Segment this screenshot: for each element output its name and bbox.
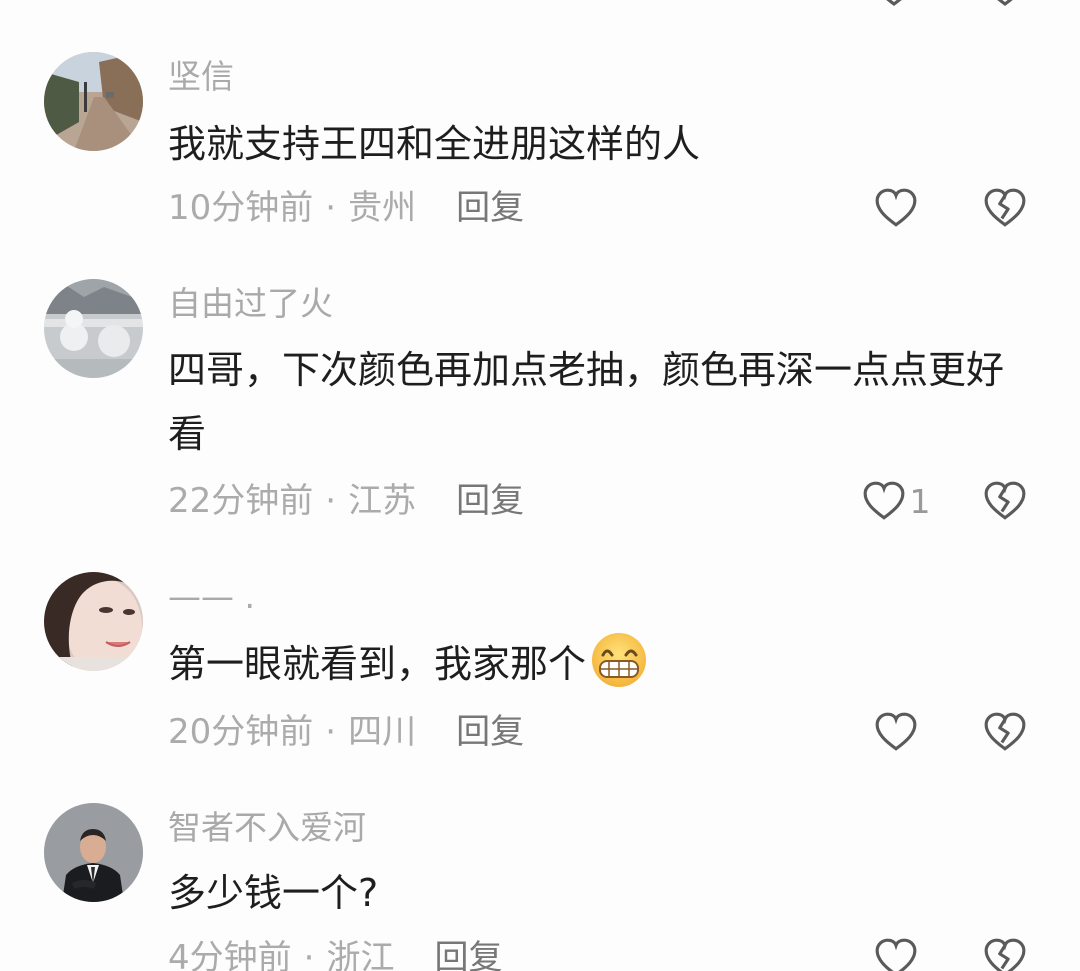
reply-button[interactable]: 回复 (456, 188, 524, 228)
grinning-face-emoji (592, 633, 647, 687)
like-button[interactable] (851, 183, 941, 233)
broken-heart-icon (984, 938, 1026, 971)
meta-separator: · (303, 938, 315, 971)
broken-heart-icon (984, 481, 1026, 520)
meta-separator: · (325, 712, 337, 752)
username[interactable]: 坚信 (168, 57, 234, 97)
street-photo-avatar[interactable] (44, 52, 143, 151)
dislike-button[interactable] (980, 933, 1030, 971)
comment-text: 我就支持王四和全进朋这样的人 (168, 122, 701, 166)
comment-text: 第一眼就看到，我家那个 (168, 631, 1038, 696)
reply-button[interactable]: 回复 (456, 481, 524, 521)
snow-photo-avatar[interactable] (44, 279, 143, 378)
comment-time: 10分钟前 (168, 188, 314, 228)
broken-heart-icon (984, 188, 1026, 227)
username[interactable]: —— . (168, 577, 255, 617)
comment-time: 4分钟前 (168, 938, 292, 971)
comment-location: 贵州 (348, 188, 417, 228)
dislike-button[interactable] (980, 183, 1030, 233)
comment-time: 22分钟前 (168, 481, 314, 521)
meta-separator: · (325, 188, 337, 228)
comment-meta: 4分钟前 · 浙江 回复 (168, 936, 502, 971)
comment-meta: 20分钟前 · 四川 回复 (168, 710, 524, 754)
dislike-button[interactable] (980, 476, 1030, 526)
meta-separator: · (325, 481, 337, 521)
broken-heart-icon[interactable] (984, 0, 1026, 6)
woman-photo-avatar[interactable] (44, 572, 143, 671)
comment-location: 浙江 (326, 938, 395, 971)
username[interactable]: 智者不入爱河 (168, 808, 366, 848)
comment-location: 江苏 (348, 481, 417, 521)
comment-text: 四哥，下次颜色再加点老抽，颜色再深一点点更好看 (168, 348, 1005, 456)
heart-outline-icon (875, 938, 917, 971)
heart-outline-icon[interactable] (873, 0, 915, 6)
like-button[interactable] (851, 933, 941, 971)
comment-meta: 10分钟前 · 贵州 回复 (168, 186, 524, 230)
like-button[interactable]: 1 (851, 476, 941, 526)
username[interactable]: 自由过了火 (168, 284, 333, 324)
like-count: 1 (909, 481, 931, 521)
comment-location: 四川 (348, 712, 417, 752)
dislike-button[interactable] (980, 707, 1030, 757)
heart-outline-icon (875, 712, 917, 751)
man-suit-photo-avatar[interactable] (44, 803, 143, 902)
like-button[interactable] (851, 707, 941, 757)
comment-list: 坚信 我就支持王四和全进朋这样的人 10分钟前 · 贵州 回复 自由过了火 四哥… (0, 0, 1080, 971)
heart-outline-icon (863, 481, 904, 520)
comment-meta: 22分钟前 · 江苏 回复 (168, 479, 524, 523)
broken-heart-icon (984, 712, 1026, 751)
reply-button[interactable]: 回复 (434, 938, 502, 971)
reply-button[interactable]: 回复 (456, 712, 524, 752)
comment-text: 多少钱一个? (168, 871, 379, 915)
comment-time: 20分钟前 (168, 712, 314, 752)
heart-outline-icon (875, 188, 917, 227)
